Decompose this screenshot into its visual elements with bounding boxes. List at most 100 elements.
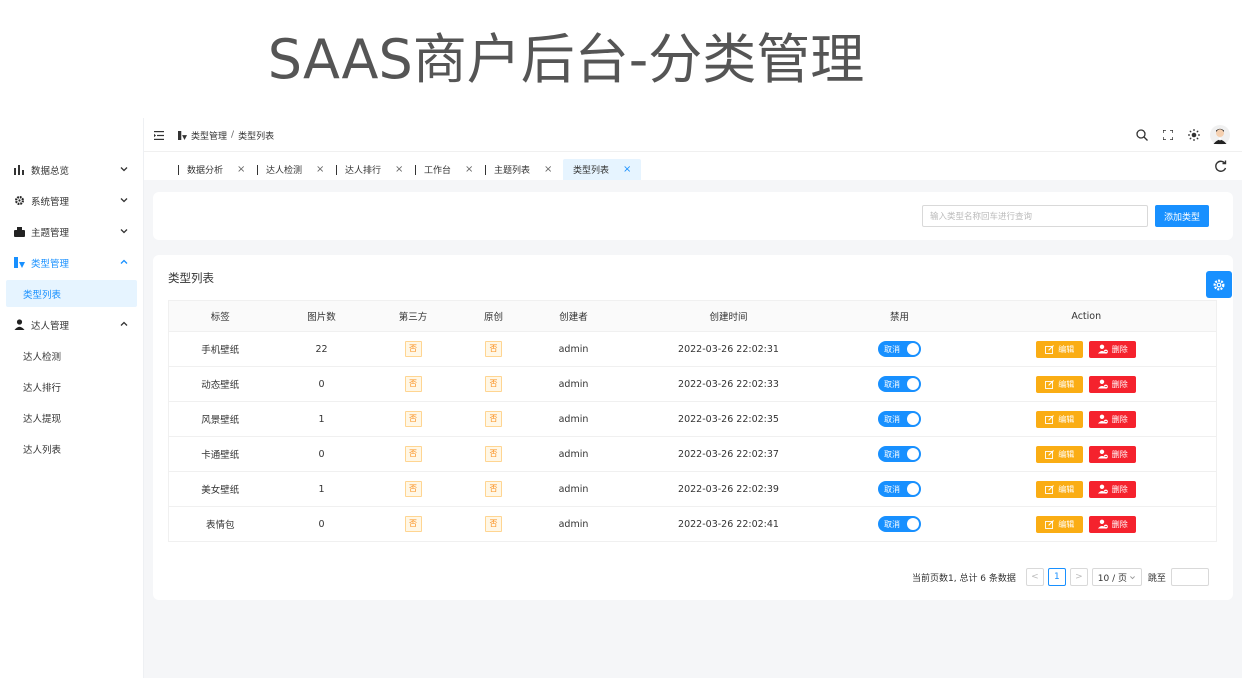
tab-workbench[interactable]: 工作台 × [405, 159, 473, 180]
jump-page-input[interactable] [1170, 568, 1209, 586]
edit-label: 编辑 [1058, 379, 1075, 389]
disable-toggle[interactable]: 取消 [878, 481, 921, 497]
user-icon [13, 319, 25, 331]
cell-label: 卡通壁纸 [168, 436, 272, 472]
delete-user-icon [1097, 484, 1108, 494]
edit-button[interactable]: 编辑 [1036, 410, 1084, 428]
chevron-down-icon [1130, 575, 1135, 579]
type-icon [13, 257, 25, 269]
table-row: 风景壁纸 1 否 否 admin 2022-03-26 22:02:35 取消 编辑 删除 [168, 401, 1217, 437]
sidebar-subitem-talent-check[interactable]: 达人检测 [0, 342, 143, 369]
cell-created-time: 2022-03-26 22:02:41 [614, 506, 843, 542]
page-size-select[interactable]: 10 / 页 [1091, 568, 1142, 586]
cell-label: 手机壁纸 [168, 331, 272, 367]
pagination-summary: 当前页数1, 总计 6 条数据 [912, 573, 1016, 584]
edit-button[interactable]: 编辑 [1036, 340, 1084, 358]
sidebar-subitem-talent-rank[interactable]: 达人排行 [0, 373, 143, 400]
sidebar-item-system[interactable]: 系统管理 [0, 185, 143, 216]
edit-button[interactable]: 编辑 [1036, 445, 1084, 463]
fullscreen-icon[interactable] [1158, 125, 1178, 145]
close-icon[interactable]: × [465, 164, 473, 175]
disable-toggle[interactable]: 取消 [878, 446, 921, 462]
delete-button[interactable]: 删除 [1089, 340, 1137, 358]
sidebar-subitem-talent-withdraw[interactable]: 达人提现 [0, 404, 143, 431]
table-row: 美女壁纸 1 否 否 admin 2022-03-26 22:02:39 取消 编辑 删除 [168, 471, 1217, 507]
sidebar-subitem-type-list[interactable]: 类型列表 [6, 280, 137, 307]
column-header: 第三方 [371, 300, 455, 332]
close-icon[interactable]: × [237, 164, 245, 175]
sidebar-subitem-label: 达人列表 [23, 444, 62, 456]
disable-toggle[interactable]: 取消 [878, 376, 921, 392]
close-icon[interactable]: × [544, 164, 552, 175]
sidebar-item-label: 类型管理 [31, 258, 70, 270]
cell-count: 0 [271, 436, 372, 472]
sidebar-item-theme[interactable]: 主题管理 [0, 216, 143, 247]
disable-toggle[interactable]: 取消 [878, 341, 921, 357]
search-icon[interactable] [1132, 125, 1152, 145]
sidebar-item-label: 达人管理 [31, 320, 70, 332]
chevron-down-icon [120, 229, 128, 234]
tabs-bar: 数据分析 × 达人检测 × 达人排行 × 工作台 × 主题列表 × 类型列表 × [144, 152, 1242, 180]
delete-label: 删除 [1111, 344, 1128, 354]
close-icon[interactable]: × [395, 164, 403, 175]
edit-button[interactable]: 编辑 [1036, 375, 1084, 393]
edit-label: 编辑 [1058, 344, 1075, 354]
delete-button[interactable]: 删除 [1089, 480, 1137, 498]
edit-button[interactable]: 编辑 [1036, 515, 1084, 533]
delete-button[interactable]: 删除 [1089, 515, 1137, 533]
tab-data-analysis[interactable]: 数据分析 × [168, 159, 245, 180]
sidebar-item-label: 系统管理 [31, 196, 70, 208]
cell-label: 动态壁纸 [168, 366, 272, 402]
search-input[interactable]: 输入类型名称回车进行查询 [922, 205, 1148, 227]
tab-label: 数据分析 [187, 166, 224, 176]
app: 数据总览 系统管理 主题管理 类型管理 类型列表 达人管理 达人检测 达人排行 … [0, 118, 1242, 678]
delete-label: 删除 [1111, 379, 1128, 389]
chevron-up-icon [120, 321, 128, 326]
sidebar-subitem-label: 达人检测 [23, 351, 62, 363]
add-type-button[interactable]: 添加类型 [1155, 205, 1209, 227]
breadcrumb-parent[interactable]: 类型管理 [191, 129, 227, 142]
column-settings-button[interactable] [1206, 271, 1232, 298]
cell-creator: admin [532, 366, 615, 402]
delete-button[interactable]: 删除 [1089, 445, 1137, 463]
sidebar-item-talent[interactable]: 达人管理 [0, 309, 143, 340]
delete-label: 删除 [1111, 414, 1128, 424]
close-icon[interactable]: × [623, 164, 631, 175]
pagination: 当前页数1, 总计 6 条数据 < 1 > 10 / 页 跳至 [912, 568, 1209, 586]
sidebar-item-type[interactable]: 类型管理 [0, 247, 143, 278]
cell-creator: admin [532, 506, 615, 542]
column-header: Action [956, 300, 1217, 332]
delete-button[interactable]: 删除 [1089, 410, 1137, 428]
menu-fold-icon[interactable] [154, 130, 164, 140]
delete-button[interactable]: 删除 [1089, 375, 1137, 393]
disable-toggle[interactable]: 取消 [878, 516, 921, 532]
cell-creator: admin [532, 436, 615, 472]
avatar[interactable] [1210, 125, 1230, 145]
tab-talent-check[interactable]: 达人检测 × [247, 159, 324, 180]
column-header: 创建时间 [614, 300, 843, 332]
cell-count: 0 [271, 506, 372, 542]
next-page-button[interactable]: > [1069, 568, 1088, 586]
toggle-label: 取消 [884, 414, 900, 424]
refresh-icon[interactable] [1214, 159, 1228, 173]
tab-type-list[interactable]: 类型列表 × [563, 159, 641, 180]
top-icons [1126, 125, 1230, 145]
page-1-button[interactable]: 1 [1047, 568, 1066, 586]
original-tag: 否 [485, 481, 502, 497]
sidebar-subitem-talent-list[interactable]: 达人列表 [0, 435, 143, 462]
tab-theme-list[interactable]: 主题列表 × [475, 159, 552, 180]
cell-creator: admin [532, 331, 615, 367]
prev-page-button[interactable]: < [1025, 568, 1044, 586]
edit-button[interactable]: 编辑 [1036, 480, 1084, 498]
delete-label: 删除 [1111, 484, 1128, 494]
sun-icon[interactable] [1184, 125, 1204, 145]
tab-talent-rank[interactable]: 达人排行 × [326, 159, 403, 180]
column-header: 标签 [168, 300, 272, 332]
sidebar-item-data-overview[interactable]: 数据总览 [0, 154, 143, 185]
table-header: 标签 图片数 第三方 原创 创建者 创建时间 禁用 Action [168, 300, 1217, 332]
edit-icon [1045, 519, 1055, 529]
close-icon[interactable]: × [316, 164, 324, 175]
delete-user-icon [1097, 519, 1108, 529]
disable-toggle[interactable]: 取消 [878, 411, 921, 427]
breadcrumb: 类型管理 / 类型列表 [154, 118, 274, 152]
